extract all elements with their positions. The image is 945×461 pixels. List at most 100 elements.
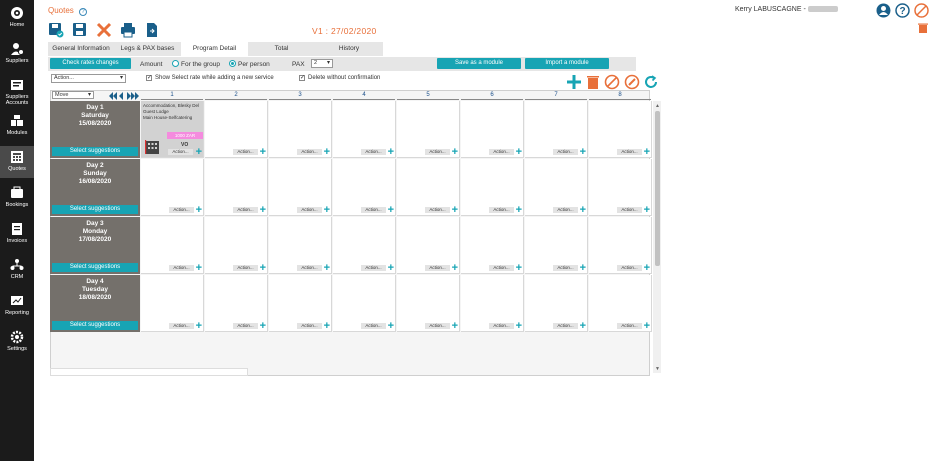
- cell-action-button[interactable]: Action...: [168, 149, 193, 155]
- select-suggestions-button[interactable]: Select suggestions: [52, 205, 138, 214]
- nav-invoices[interactable]: Invoices: [0, 222, 34, 248]
- check-rates-button[interactable]: Check rates changes: [50, 58, 131, 69]
- block-icon[interactable]: [604, 74, 620, 90]
- cell-action-button[interactable]: Action...: [553, 207, 578, 213]
- add-service-plus-icon[interactable]: +: [196, 321, 202, 332]
- cell-action-button[interactable]: Action...: [425, 207, 450, 213]
- delete-icon[interactable]: [585, 74, 601, 90]
- empty-service-cell[interactable]: Action... +: [397, 217, 460, 274]
- add-service-plus-icon[interactable]: +: [260, 321, 266, 332]
- delete-without-confirm-checkbox[interactable]: [299, 74, 305, 81]
- empty-service-cell[interactable]: Action... +: [269, 275, 332, 332]
- per-person-radio[interactable]: [229, 60, 236, 67]
- cell-action-button[interactable]: Action...: [297, 265, 322, 271]
- help-icon[interactable]: ?: [79, 8, 88, 16]
- add-service-plus-icon[interactable]: +: [516, 263, 522, 274]
- cell-action-button[interactable]: Action...: [617, 265, 642, 271]
- nav-settings[interactable]: Settings: [0, 330, 34, 356]
- cell-action-button[interactable]: Action...: [489, 207, 514, 213]
- add-service-plus-icon[interactable]: +: [516, 205, 522, 216]
- add-service-plus-icon[interactable]: +: [388, 321, 394, 332]
- user-profile-icon[interactable]: [876, 3, 891, 18]
- add-service-plus-icon[interactable]: +: [516, 321, 522, 332]
- cell-action-button[interactable]: Action...: [297, 207, 322, 213]
- empty-service-cell[interactable]: Action... +: [461, 159, 524, 216]
- add-service-plus-icon[interactable]: +: [196, 205, 202, 216]
- empty-service-cell[interactable]: Action... +: [269, 217, 332, 274]
- cancel-icon[interactable]: [96, 22, 112, 38]
- cell-action-button[interactable]: Action...: [233, 149, 258, 155]
- add-service-plus-icon[interactable]: +: [388, 147, 394, 158]
- scroll-thumb[interactable]: [655, 111, 660, 266]
- save-icon[interactable]: [72, 22, 88, 38]
- cell-action-button[interactable]: Action...: [233, 323, 258, 329]
- edit-circle-icon[interactable]: [624, 74, 640, 90]
- cell-action-button[interactable]: Action...: [169, 207, 194, 213]
- add-service-plus-icon[interactable]: +: [452, 205, 458, 216]
- service-cell[interactable]: Accommodation, Blesky Del Guest Lodge Main…: [141, 101, 204, 158]
- add-service-plus-icon[interactable]: +: [260, 205, 266, 216]
- cell-action-button[interactable]: Action...: [297, 149, 322, 155]
- move-select[interactable]: Move: [52, 91, 94, 99]
- empty-service-cell[interactable]: Action... +: [269, 101, 332, 158]
- empty-service-cell[interactable]: Action... +: [589, 275, 652, 332]
- nav-suppliers[interactable]: Suppliers: [0, 42, 34, 68]
- scroll-down-arrow[interactable]: ▼: [655, 366, 660, 372]
- nav-reporting[interactable]: Reporting: [0, 294, 34, 320]
- select-suggestions-button[interactable]: Select suggestions: [52, 147, 138, 156]
- vertical-scrollbar[interactable]: [653, 101, 661, 373]
- cell-action-button[interactable]: Action...: [553, 149, 578, 155]
- help-circle-icon[interactable]: ?: [895, 3, 910, 18]
- empty-service-cell[interactable]: Action... +: [589, 159, 652, 216]
- cell-action-button[interactable]: Action...: [361, 323, 386, 329]
- add-service-plus-icon[interactable]: +: [644, 321, 650, 332]
- add-service-plus-icon[interactable]: +: [324, 147, 330, 158]
- cell-action-button[interactable]: Action...: [233, 207, 258, 213]
- print-icon[interactable]: [120, 22, 136, 38]
- empty-service-cell[interactable]: Action... +: [141, 275, 204, 332]
- cell-action-button[interactable]: Action...: [617, 323, 642, 329]
- tab-program-detail[interactable]: Program Detail: [181, 42, 248, 56]
- add-service-plus-icon[interactable]: +: [388, 205, 394, 216]
- add-service-plus-icon[interactable]: +: [644, 205, 650, 216]
- cell-action-button[interactable]: Action...: [169, 323, 194, 329]
- empty-service-cell[interactable]: Action... +: [461, 275, 524, 332]
- tab-general-information[interactable]: General Information: [48, 42, 114, 56]
- cell-action-button[interactable]: Action...: [361, 149, 386, 155]
- tab-total[interactable]: Total: [248, 42, 315, 56]
- for-group-radio[interactable]: [172, 60, 179, 67]
- tab-history[interactable]: History: [315, 42, 383, 56]
- empty-service-cell[interactable]: Action... +: [461, 217, 524, 274]
- empty-service-cell[interactable]: Action... +: [141, 159, 204, 216]
- tab-legs-pax-bases[interactable]: Legs & PAX bases: [114, 42, 181, 56]
- add-service-plus-icon[interactable]: +: [580, 321, 586, 332]
- add-service-plus-icon[interactable]: +: [644, 263, 650, 274]
- add-service-plus-icon[interactable]: +: [516, 147, 522, 158]
- cell-action-button[interactable]: Action...: [617, 149, 642, 155]
- import-module-button[interactable]: Import a module: [525, 58, 609, 69]
- empty-service-cell[interactable]: Action... +: [205, 159, 268, 216]
- empty-service-cell[interactable]: Action... +: [333, 101, 396, 158]
- scroll-up-arrow[interactable]: ▲: [655, 103, 660, 109]
- empty-service-cell[interactable]: Action... +: [397, 275, 460, 332]
- logout-icon[interactable]: [914, 3, 929, 18]
- empty-service-cell[interactable]: Action... +: [589, 101, 652, 158]
- action-select[interactable]: Action...: [51, 74, 126, 83]
- add-service-plus-icon[interactable]: +: [260, 263, 266, 274]
- add-service-plus-icon[interactable]: +: [452, 147, 458, 158]
- empty-service-cell[interactable]: Action... +: [333, 217, 396, 274]
- empty-service-cell[interactable]: Action... +: [397, 101, 460, 158]
- nav-home[interactable]: Home: [0, 6, 34, 32]
- cell-action-button[interactable]: Action...: [617, 207, 642, 213]
- save-validate-icon[interactable]: [48, 22, 64, 38]
- add-service-plus-icon[interactable]: +: [452, 321, 458, 332]
- nav-crm[interactable]: CRM: [0, 258, 34, 284]
- column-navigation[interactable]: [109, 92, 139, 100]
- add-service-plus-icon[interactable]: +: [388, 263, 394, 274]
- add-service-plus-icon[interactable]: +: [196, 147, 202, 158]
- empty-service-cell[interactable]: Action... +: [141, 217, 204, 274]
- refresh-icon[interactable]: [643, 74, 659, 90]
- cell-action-button[interactable]: Action...: [169, 265, 194, 271]
- add-service-plus-icon[interactable]: +: [452, 263, 458, 274]
- empty-service-cell[interactable]: Action... +: [205, 101, 268, 158]
